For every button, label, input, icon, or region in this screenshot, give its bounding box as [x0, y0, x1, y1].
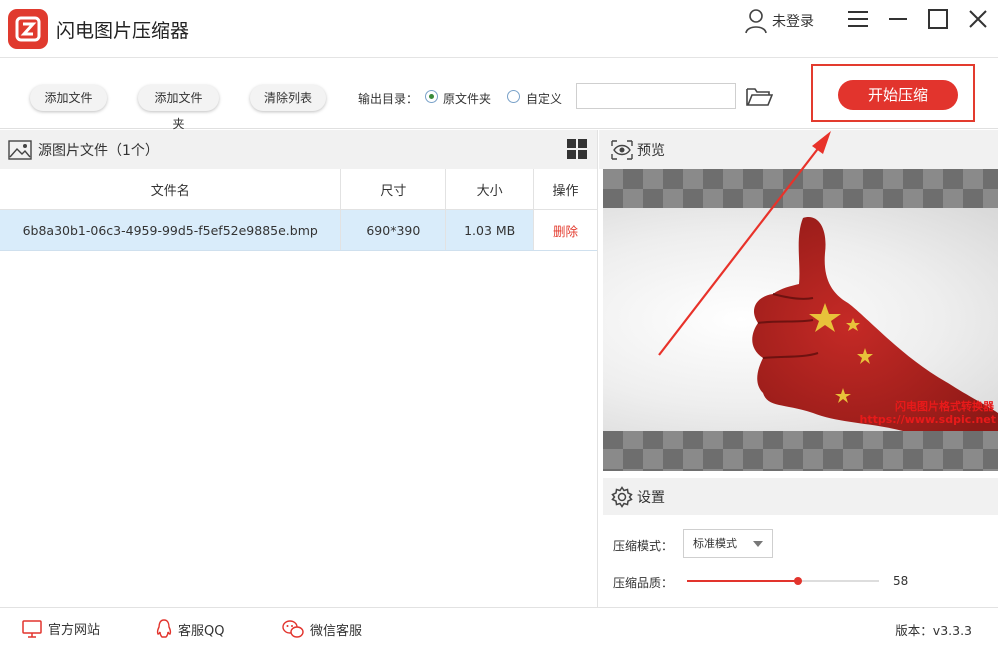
output-path-input[interactable] [576, 83, 736, 109]
minimize-icon[interactable] [887, 8, 909, 30]
file-panel-header: 源图片文件（1个） [0, 130, 597, 169]
qq-icon [156, 619, 172, 638]
title-bar: 闪电图片压缩器 未登录 [0, 0, 998, 58]
start-compress-button[interactable]: 开始压缩 [838, 80, 958, 110]
close-icon[interactable] [967, 8, 989, 30]
preview-image: 闪电图片格式转换器 https://www.sdpic.net [603, 169, 998, 471]
menu-icon[interactable] [847, 8, 869, 30]
user-icon [745, 9, 767, 34]
app-logo [8, 9, 48, 49]
gear-icon [611, 485, 633, 508]
quality-value: 58 [893, 574, 909, 588]
quality-slider-thumb[interactable] [794, 577, 803, 585]
file-panel-title: 源图片文件（1个） [38, 142, 159, 159]
original-folder-label: 原文件夹 [443, 92, 492, 106]
watermark-url: https://www.sdpic.net [859, 413, 996, 426]
toolbar: 添加文件 添加文件夹 清除列表 输出目录： 原文件夹 自定义 开始压缩 [0, 59, 998, 131]
add-folder-button[interactable]: 添加文件夹 [138, 85, 219, 131]
footer: 官方网站 客服QQ 微信客服 版本：v3.3.3 [0, 607, 998, 648]
wechat-support-link[interactable]: 微信客服 [282, 619, 362, 639]
settings-header: 设置 [603, 478, 998, 515]
compress-quality-label: 压缩品质： [613, 576, 674, 590]
column-dimensions: 尺寸 [341, 169, 447, 209]
right-panel: 预览 闪电图片格式转换器 https://www.sdpic.net 设置 压缩… [599, 130, 998, 607]
monitor-icon [22, 619, 42, 638]
preview-header: 预览 [599, 130, 998, 169]
eye-icon [611, 139, 633, 160]
compress-mode-select[interactable]: 标准模式 [683, 529, 773, 558]
quality-slider-fill [687, 580, 799, 582]
grid-view-icon[interactable] [567, 139, 587, 159]
column-filename: 文件名 [0, 169, 342, 209]
custom-folder-label: 自定义 [526, 92, 563, 106]
qq-support-link[interactable]: 客服QQ [156, 619, 224, 639]
image-icon [8, 139, 32, 160]
website-label: 官方网站 [48, 623, 101, 638]
wechat-support-label: 微信客服 [310, 623, 363, 639]
radio-original-folder[interactable] [425, 90, 438, 103]
file-dimensions-cell: 690*390 [341, 210, 447, 250]
preview-title: 预览 [637, 142, 665, 159]
add-file-button[interactable]: 添加文件 [30, 85, 107, 111]
version-label: 版本：v3.3.3 [895, 623, 972, 638]
table-row[interactable]: 6b8a30b1-06c3-4959-99d5-f5ef52e9885e.bmp… [0, 210, 597, 251]
folder-open-icon[interactable] [745, 85, 773, 107]
output-dir-label: 输出目录： [358, 92, 419, 106]
file-name-cell: 6b8a30b1-06c3-4959-99d5-f5ef52e9885e.bmp [0, 210, 342, 250]
watermark-title: 闪电图片格式转换器 [895, 400, 994, 413]
wechat-icon [282, 620, 304, 638]
app-title: 闪电图片压缩器 [56, 20, 190, 42]
radio-custom-folder[interactable] [507, 90, 520, 103]
table-header: 文件名 尺寸 大小 操作 [0, 169, 597, 210]
website-link[interactable]: 官方网站 [22, 619, 100, 638]
clear-list-button[interactable]: 清除列表 [250, 85, 326, 111]
file-panel: 源图片文件（1个） 文件名 尺寸 大小 操作 6b8a30b1-06c3-495… [0, 130, 598, 607]
login-button[interactable]: 未登录 [744, 8, 814, 34]
column-action: 操作 [552, 183, 579, 199]
maximize-icon[interactable] [927, 8, 949, 30]
preview-thumbnail: 闪电图片格式转换器 https://www.sdpic.net [603, 208, 998, 431]
quality-slider[interactable] [687, 577, 879, 585]
file-size-cell: 1.03 MB [446, 210, 535, 250]
settings-title: 设置 [637, 489, 665, 506]
compress-mode-label: 压缩模式： [613, 539, 674, 553]
qq-support-label: 客服QQ [178, 623, 225, 639]
login-label: 未登录 [772, 14, 814, 30]
delete-link[interactable]: 删除 [534, 210, 597, 250]
column-size: 大小 [446, 169, 535, 209]
